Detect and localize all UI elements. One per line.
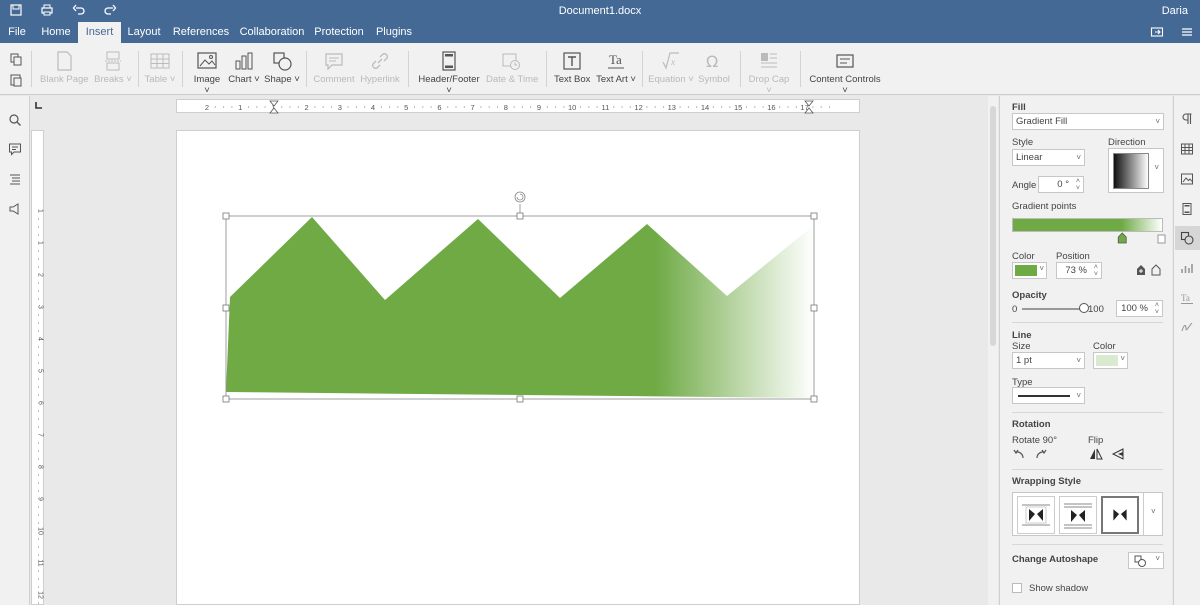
add-gradient-point-icon[interactable] bbox=[1135, 264, 1147, 276]
chevron-down-icon: ˅ bbox=[1155, 554, 1160, 563]
chevron-down-icon: ˅ bbox=[1155, 117, 1160, 126]
gradient-style-select[interactable]: Linear ˅ bbox=[1012, 149, 1085, 166]
line-type-select[interactable]: ˅ bbox=[1012, 387, 1085, 404]
header-footer-settings-icon[interactable] bbox=[1180, 202, 1194, 216]
svg-text:Ta: Ta bbox=[1181, 293, 1190, 303]
butterfly-icon bbox=[1064, 503, 1092, 529]
chart-settings-icon[interactable] bbox=[1180, 261, 1194, 275]
show-shadow-label: Show shadow bbox=[1029, 583, 1089, 594]
flip-label: Flip bbox=[1088, 435, 1104, 446]
gradient-color-picker[interactable]: ˅ bbox=[1012, 262, 1047, 279]
wrapping-style-heading: Wrapping Style bbox=[1012, 476, 1081, 487]
paragraph-settings-icon[interactable] bbox=[1180, 112, 1194, 126]
opacity-input[interactable]: 100 % ˄ ˅ bbox=[1116, 300, 1163, 317]
butterfly-icon bbox=[1113, 509, 1127, 521]
opacity-min: 0 bbox=[1012, 304, 1018, 315]
fill-type-select[interactable]: Gradient Fill ˅ bbox=[1012, 113, 1164, 130]
rotate-90-label: Rotate 90° bbox=[1012, 435, 1057, 446]
change-autoshape-button[interactable]: ˅ bbox=[1128, 552, 1164, 569]
line-color-picker[interactable]: ˅ bbox=[1093, 352, 1128, 369]
rotate-clockwise-icon[interactable] bbox=[1034, 447, 1048, 461]
direction-picker[interactable]: ˅ bbox=[1108, 148, 1164, 193]
remove-gradient-point-icon[interactable] bbox=[1150, 264, 1162, 276]
wrapping-style-picker[interactable]: ˅ bbox=[1012, 492, 1163, 536]
color-label: Color bbox=[1012, 251, 1035, 262]
signature-settings-icon[interactable] bbox=[1180, 320, 1194, 334]
spin-arrows-icon[interactable]: ˄ ˅ bbox=[1076, 178, 1080, 192]
chevron-down-icon: ˅ bbox=[1120, 354, 1125, 363]
line-size-label: Size bbox=[1012, 341, 1031, 352]
show-shadow-checkbox[interactable] bbox=[1012, 583, 1022, 593]
vertical-scrollbar[interactable] bbox=[988, 96, 998, 605]
flip-horizontal-icon[interactable] bbox=[1089, 447, 1103, 461]
color-swatch bbox=[1096, 355, 1118, 366]
shape-icon bbox=[1134, 555, 1146, 567]
fill-heading: Fill bbox=[1012, 102, 1026, 113]
direction-label: Direction bbox=[1108, 137, 1146, 148]
chevron-down-icon: ˅ bbox=[1076, 356, 1081, 365]
rotate-counterclockwise-icon[interactable] bbox=[1012, 447, 1026, 461]
line-size-select[interactable]: 1 pt ˅ bbox=[1012, 352, 1085, 369]
opacity-heading: Opacity bbox=[1012, 290, 1047, 301]
change-autoshape-label: Change Autoshape bbox=[1012, 554, 1099, 565]
scrollbar-thumb[interactable] bbox=[990, 106, 996, 346]
shape-settings-panel: Fill Gradient Fill ˅ Style Linear ˅ Direct… bbox=[999, 96, 1172, 605]
right-sidebar: Ta bbox=[1173, 96, 1200, 605]
position-input[interactable]: 73 % ˄ ˅ bbox=[1056, 262, 1102, 279]
chevron-down-icon: ˅ bbox=[1076, 153, 1081, 162]
gradient-shape[interactable] bbox=[226, 217, 814, 398]
chevron-down-icon: ˅ bbox=[1076, 391, 1081, 400]
chevron-down-icon: ˅ bbox=[1039, 264, 1044, 273]
image-settings-icon[interactable] bbox=[1180, 172, 1194, 186]
butterfly-icon bbox=[1022, 504, 1050, 526]
shape-settings-icon[interactable] bbox=[1180, 231, 1194, 245]
line-heading: Line bbox=[1012, 330, 1032, 341]
text-art-settings-icon[interactable]: Ta bbox=[1180, 291, 1194, 305]
color-swatch bbox=[1015, 265, 1037, 276]
style-label: Style bbox=[1012, 137, 1034, 148]
gradient-stop-end[interactable] bbox=[1157, 234, 1166, 244]
table-settings-icon[interactable] bbox=[1180, 142, 1194, 156]
flip-vertical-icon[interactable] bbox=[1111, 447, 1125, 461]
gradient-stops bbox=[1117, 232, 1166, 244]
chevron-down-icon[interactable]: ˅ bbox=[1151, 507, 1156, 516]
wrap-in-front-option[interactable] bbox=[1101, 496, 1139, 534]
gradient-bar[interactable] bbox=[1012, 218, 1163, 232]
wrap-top-bottom-option[interactable] bbox=[1059, 496, 1097, 534]
opacity-max: 100 bbox=[1088, 304, 1104, 315]
wrap-square-option[interactable] bbox=[1017, 496, 1055, 534]
rotation-heading: Rotation bbox=[1012, 419, 1051, 430]
angle-input[interactable]: 0 ° ˄ ˅ bbox=[1038, 176, 1084, 193]
gradient-stop-selected[interactable] bbox=[1117, 232, 1127, 244]
spin-arrows-icon[interactable]: ˄ ˅ bbox=[1155, 302, 1159, 316]
gradient-points-label: Gradient points bbox=[1012, 201, 1077, 212]
spin-arrows-icon[interactable]: ˄ ˅ bbox=[1094, 264, 1098, 278]
solid-line-preview bbox=[1018, 395, 1070, 397]
chevron-down-icon: ˅ bbox=[1154, 163, 1159, 172]
direction-preview bbox=[1113, 153, 1149, 189]
line-color-label: Color bbox=[1093, 341, 1116, 352]
angle-label: Angle bbox=[1012, 180, 1037, 191]
position-label: Position bbox=[1056, 251, 1090, 262]
rotation-handle[interactable] bbox=[514, 191, 526, 203]
opacity-slider-track[interactable] bbox=[1022, 308, 1084, 310]
